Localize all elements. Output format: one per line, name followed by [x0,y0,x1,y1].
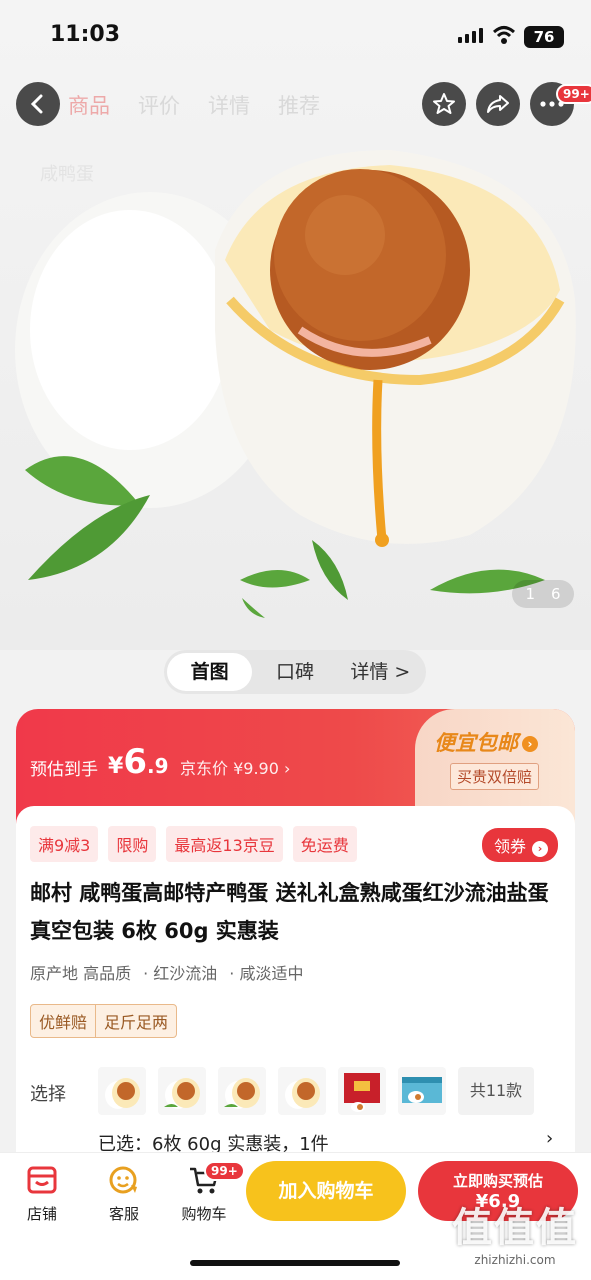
pager-total: 6 [551,585,561,603]
egg-thumb-image [105,1078,140,1109]
box-thumb-image [402,1077,442,1103]
price-integer: 6 [123,742,147,782]
chevron-right-icon: › [532,841,549,857]
price-decimal: .9 [146,754,169,778]
promo-tag: 满9减3 [30,826,99,862]
more-variants-button[interactable]: 共11款 [458,1067,534,1115]
jd-price[interactable]: 京东价 ¥9.90 › [180,755,290,779]
battery-indicator: 76 [524,26,564,48]
egg-thumb-image [285,1078,320,1109]
top-tabs: 商品 评价 详情 推荐 [68,90,320,120]
signal-icon [458,28,483,43]
price-guarantee-tag: 买贵双倍赔 [450,763,540,790]
star-icon [433,93,455,114]
store-icon [27,1166,57,1194]
promo-tags: 满9减3 限购 最高返13京豆 免运费 [30,826,357,862]
attribute: · 咸淡适中 [229,964,304,983]
status-bar: 11:03 76 [0,0,591,70]
variant-thumbnail[interactable] [218,1067,266,1115]
promo-tag: 限购 [108,826,157,862]
segment-details[interactable]: 详情 > [338,653,423,691]
watermark-url: zhizhizhi.com [474,1253,556,1267]
cart-label: 购物车 [181,1205,227,1223]
promo-tag: 最高返13京豆 [166,826,283,862]
variant-thumbnails: 共11款 [98,1067,534,1115]
variant-thumbnail[interactable] [338,1067,386,1115]
variant-thumbnail[interactable] [278,1067,326,1115]
favorite-button[interactable] [422,82,466,126]
promo-tag: 免运费 [292,826,357,862]
choose-label: 选择 [30,1084,66,1105]
wifi-icon [492,26,516,44]
gallery-pager: 1 6 [512,580,574,608]
service-tag: 足斤足两 [95,1005,176,1037]
egg-thumb-image [164,1078,200,1109]
product-info-card: 满9减3 限购 最高返13京豆 免运费 领券 › 邮村 咸鸭蛋高邮特产鸭蛋 送礼礼… [16,806,575,1155]
share-icon [487,95,509,113]
get-coupon-button[interactable]: 领券 › [482,828,559,862]
attribute: · 红沙流油 [143,964,218,983]
coupon-label: 领券 [494,837,527,856]
service-label: 客服 [108,1205,139,1223]
estimated-price: ¥6.9 [108,742,169,782]
egg-thumb-image [224,1078,260,1109]
tab-product[interactable]: 商品 [68,90,110,120]
slogan-text: 便宜包邮 [434,731,518,755]
attribute: 原产地 高品质 [30,964,132,983]
buy-now-label: 立即购买预估 [452,1172,543,1190]
customer-service-icon [109,1166,137,1194]
tab-recommend[interactable]: 推荐 [278,90,320,120]
more-badge: 99+ [556,84,591,104]
gallery-segment-tabs: 首图 口碑 详情 > [164,650,426,694]
cart-count-badge: 99+ [204,1161,245,1181]
back-button[interactable] [16,82,60,126]
add-to-cart-button[interactable]: 加入购物车 [246,1161,406,1221]
service-tags[interactable]: 优鲜赔 足斤足两 [30,1004,178,1038]
variant-thumbnail[interactable] [398,1067,446,1115]
product-attributes: 原产地 高品质 · 红沙流油 · 咸淡适中 [30,960,303,984]
pager-current: 1 [525,585,535,603]
ghost-search-text: 咸鸭蛋 [40,164,94,185]
gift-box-thumb-image [344,1073,380,1112]
segment-main-image[interactable]: 首图 [167,653,253,691]
shop-label: 店铺 [26,1205,57,1223]
service-tag: 优鲜赔 [39,1013,88,1032]
customer-service-button[interactable]: 客服 [94,1165,154,1224]
tab-reviews[interactable]: 评价 [138,90,180,120]
cheap-shipping-slogan[interactable]: 便宜包邮 › [434,727,538,757]
variant-thumbnail[interactable] [98,1067,146,1115]
segment-reviews[interactable]: 口碑 [252,653,337,691]
jd-price-text: 京东价 ¥9.90 [180,759,279,778]
share-button[interactable] [476,82,520,126]
estimate-label: 预估到手 [30,760,98,780]
product-title: 邮村 咸鸭蛋高邮特产鸭蛋 送礼礼盒熟咸蛋红沙流油盐蛋真空包装 6枚 60g 实惠… [30,881,549,943]
shop-button[interactable]: 店铺 [12,1165,72,1224]
watermark: 值值值 zhizhizhi.com [440,1195,590,1267]
home-indicator[interactable] [190,1260,400,1266]
chevron-left-icon [30,94,43,114]
variant-thumbnail[interactable] [158,1067,206,1115]
tab-details[interactable]: 详情 [208,90,250,120]
price-currency: ¥ [108,754,124,779]
chevron-right-icon[interactable]: › [546,1128,553,1149]
status-time: 11:03 [50,22,121,47]
watermark-logo: 值值值 [452,1205,578,1251]
chevron-right-icon: › [522,736,538,752]
